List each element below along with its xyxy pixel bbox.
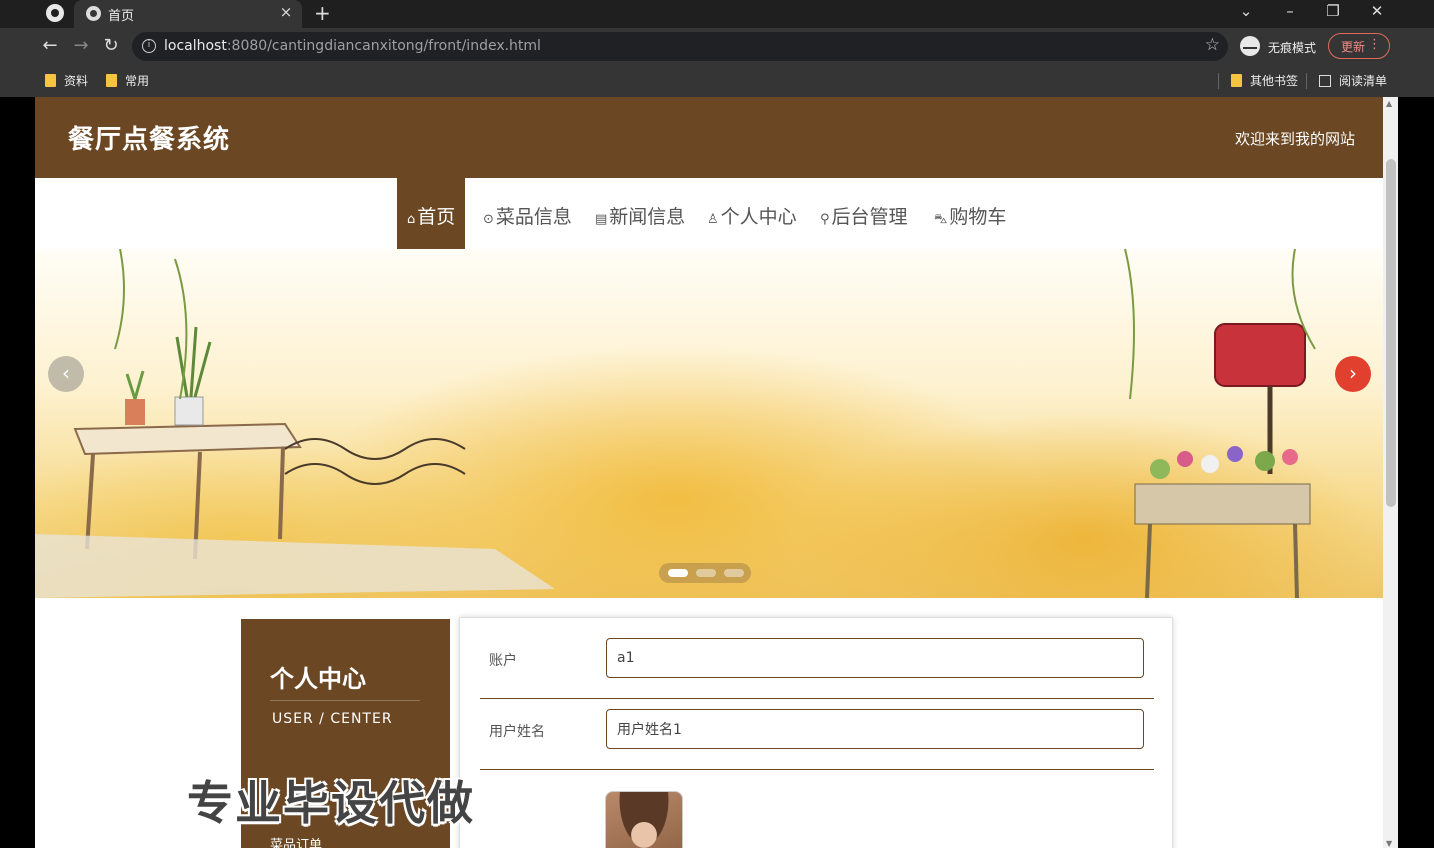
site-header: 餐厅点餐系统 欢迎来到我的网站 — [35, 97, 1383, 178]
folder-icon — [106, 74, 117, 87]
tab-close-icon[interactable]: × — [278, 3, 294, 21]
user-icon: ♙ — [707, 212, 719, 227]
scroll-up-icon[interactable]: ▲ — [1386, 99, 1392, 108]
nav-cart[interactable]: ⛍ 购物车 — [934, 178, 1006, 249]
url-text: localhost:8080/cantingdiancanxitong/fron… — [164, 38, 541, 54]
nav-label: 菜品信息 — [495, 206, 572, 228]
sidebar-item-orders[interactable]: 菜品订单 — [270, 834, 322, 848]
form-row-username: 用户姓名 — [480, 699, 1154, 770]
username-label: 用户姓名 — [489, 724, 545, 740]
more-menu-icon[interactable]: ⋮ — [1368, 37, 1381, 52]
bookmark-folder[interactable]: 常用 — [106, 72, 149, 89]
username-input[interactable] — [606, 709, 1144, 749]
cart-icon: ⛍ — [934, 212, 948, 227]
page-viewport: 餐厅点餐系统 欢迎来到我的网站 ⌂ 首页 ⊙ 菜品信息 ▤ 新闻信息 ♙ 个人中心 ⚲ 后… — [35, 97, 1383, 848]
carousel-dot[interactable] — [724, 569, 744, 577]
account-label: 账户 — [489, 653, 517, 669]
carousel-dot[interactable] — [668, 569, 688, 577]
form-row-account: 账户 — [480, 628, 1154, 699]
nav-news[interactable]: ▤ 新闻信息 — [595, 178, 685, 249]
folder-icon — [45, 74, 56, 87]
site-title: 餐厅点餐系统 — [68, 125, 231, 155]
update-button[interactable]: 更新 ⋮ — [1328, 33, 1390, 59]
bookmarks-bar: 资料 常用 其他书签 阅读清单 — [0, 65, 1434, 97]
carousel-next-button[interactable]: › — [1335, 356, 1371, 392]
nav-label: 首页 — [417, 206, 456, 228]
home-icon: ⌂ — [407, 212, 416, 227]
avatar[interactable] — [605, 791, 683, 848]
close-window-icon[interactable]: ✕ — [1367, 2, 1387, 20]
profile-form: 账户 用户姓名 — [459, 617, 1173, 848]
browser-tab-bar: 首页 × + ⌄ – ❐ ✕ — [0, 0, 1434, 28]
bookmark-star-icon[interactable]: ☆ — [1205, 35, 1220, 55]
nav-user-center[interactable]: ♙ 个人中心 — [707, 178, 797, 249]
dish-icon: ⊙ — [483, 212, 494, 227]
info-icon[interactable]: i — [142, 39, 156, 53]
account-input[interactable] — [606, 638, 1144, 678]
carousel-prev-button[interactable]: ‹ — [48, 356, 84, 392]
news-icon: ▤ — [595, 212, 608, 227]
folder-icon — [1231, 74, 1242, 87]
welcome-text: 欢迎来到我的网站 — [1234, 130, 1355, 148]
nav-label: 新闻信息 — [609, 206, 686, 228]
restore-icon[interactable]: ❐ — [1323, 2, 1343, 20]
nav-admin[interactable]: ⚲ 后台管理 — [820, 178, 908, 249]
reading-list[interactable]: 阅读清单 — [1319, 72, 1387, 89]
update-label: 更新 — [1341, 40, 1366, 54]
page-scrollbar[interactable]: ▲ ▼ — [1383, 97, 1398, 848]
tab-search-icon[interactable]: ⌄ — [1236, 2, 1256, 20]
reading-list-icon — [1319, 75, 1331, 87]
nav-label: 购物车 — [949, 206, 1007, 228]
carousel-indicators — [659, 563, 751, 583]
minimize-icon[interactable]: – — [1280, 2, 1300, 20]
browser-tab[interactable]: 首页 × — [74, 0, 302, 28]
tab-title: 首页 — [108, 9, 135, 24]
browser-toolbar: ← → ↻ i localhost:8080/cantingdiancanxit… — [0, 28, 1434, 65]
carousel-dot[interactable] — [696, 569, 716, 577]
link-icon: ⚲ — [820, 212, 830, 227]
other-bookmarks[interactable]: 其他书签 — [1231, 72, 1298, 89]
sidebar-title: 个人中心 — [270, 665, 366, 693]
address-bar[interactable]: i localhost:8080/cantingdiancanxitong/fr… — [132, 32, 1228, 61]
nav-dishes[interactable]: ⊙ 菜品信息 — [483, 178, 572, 249]
bookmarks-separator — [1306, 73, 1307, 89]
bookmarks-separator — [1218, 73, 1219, 89]
scroll-thumb[interactable] — [1386, 159, 1396, 507]
forward-arrow-icon[interactable]: → — [70, 35, 92, 56]
main-nav: ⌂ 首页 ⊙ 菜品信息 ▤ 新闻信息 ♙ 个人中心 ⚲ 后台管理 ⛍ 购物车 — [35, 178, 1383, 249]
incognito-label[interactable]: 无痕模式 — [1268, 39, 1316, 56]
banner-carousel: ‹ › — [35, 249, 1383, 598]
browser-logo-icon — [46, 4, 64, 22]
reload-icon[interactable]: ↻ — [100, 35, 122, 56]
new-tab-button[interactable]: + — [314, 1, 331, 25]
nav-label: 后台管理 — [831, 206, 908, 228]
sidebar-divider — [270, 700, 420, 701]
sidebar-subtitle: USER / CENTER — [272, 711, 393, 727]
bookmark-folder[interactable]: 资料 — [45, 72, 88, 89]
incognito-icon — [1240, 36, 1260, 56]
watermark-text: 专业毕设代做 — [187, 776, 475, 830]
back-arrow-icon[interactable]: ← — [39, 35, 61, 56]
nav-label: 个人中心 — [720, 206, 797, 228]
scroll-down-icon[interactable]: ▼ — [1386, 839, 1392, 848]
globe-icon — [86, 6, 101, 21]
banner-illustration — [35, 249, 1316, 598]
nav-home[interactable]: ⌂ 首页 — [397, 178, 466, 249]
